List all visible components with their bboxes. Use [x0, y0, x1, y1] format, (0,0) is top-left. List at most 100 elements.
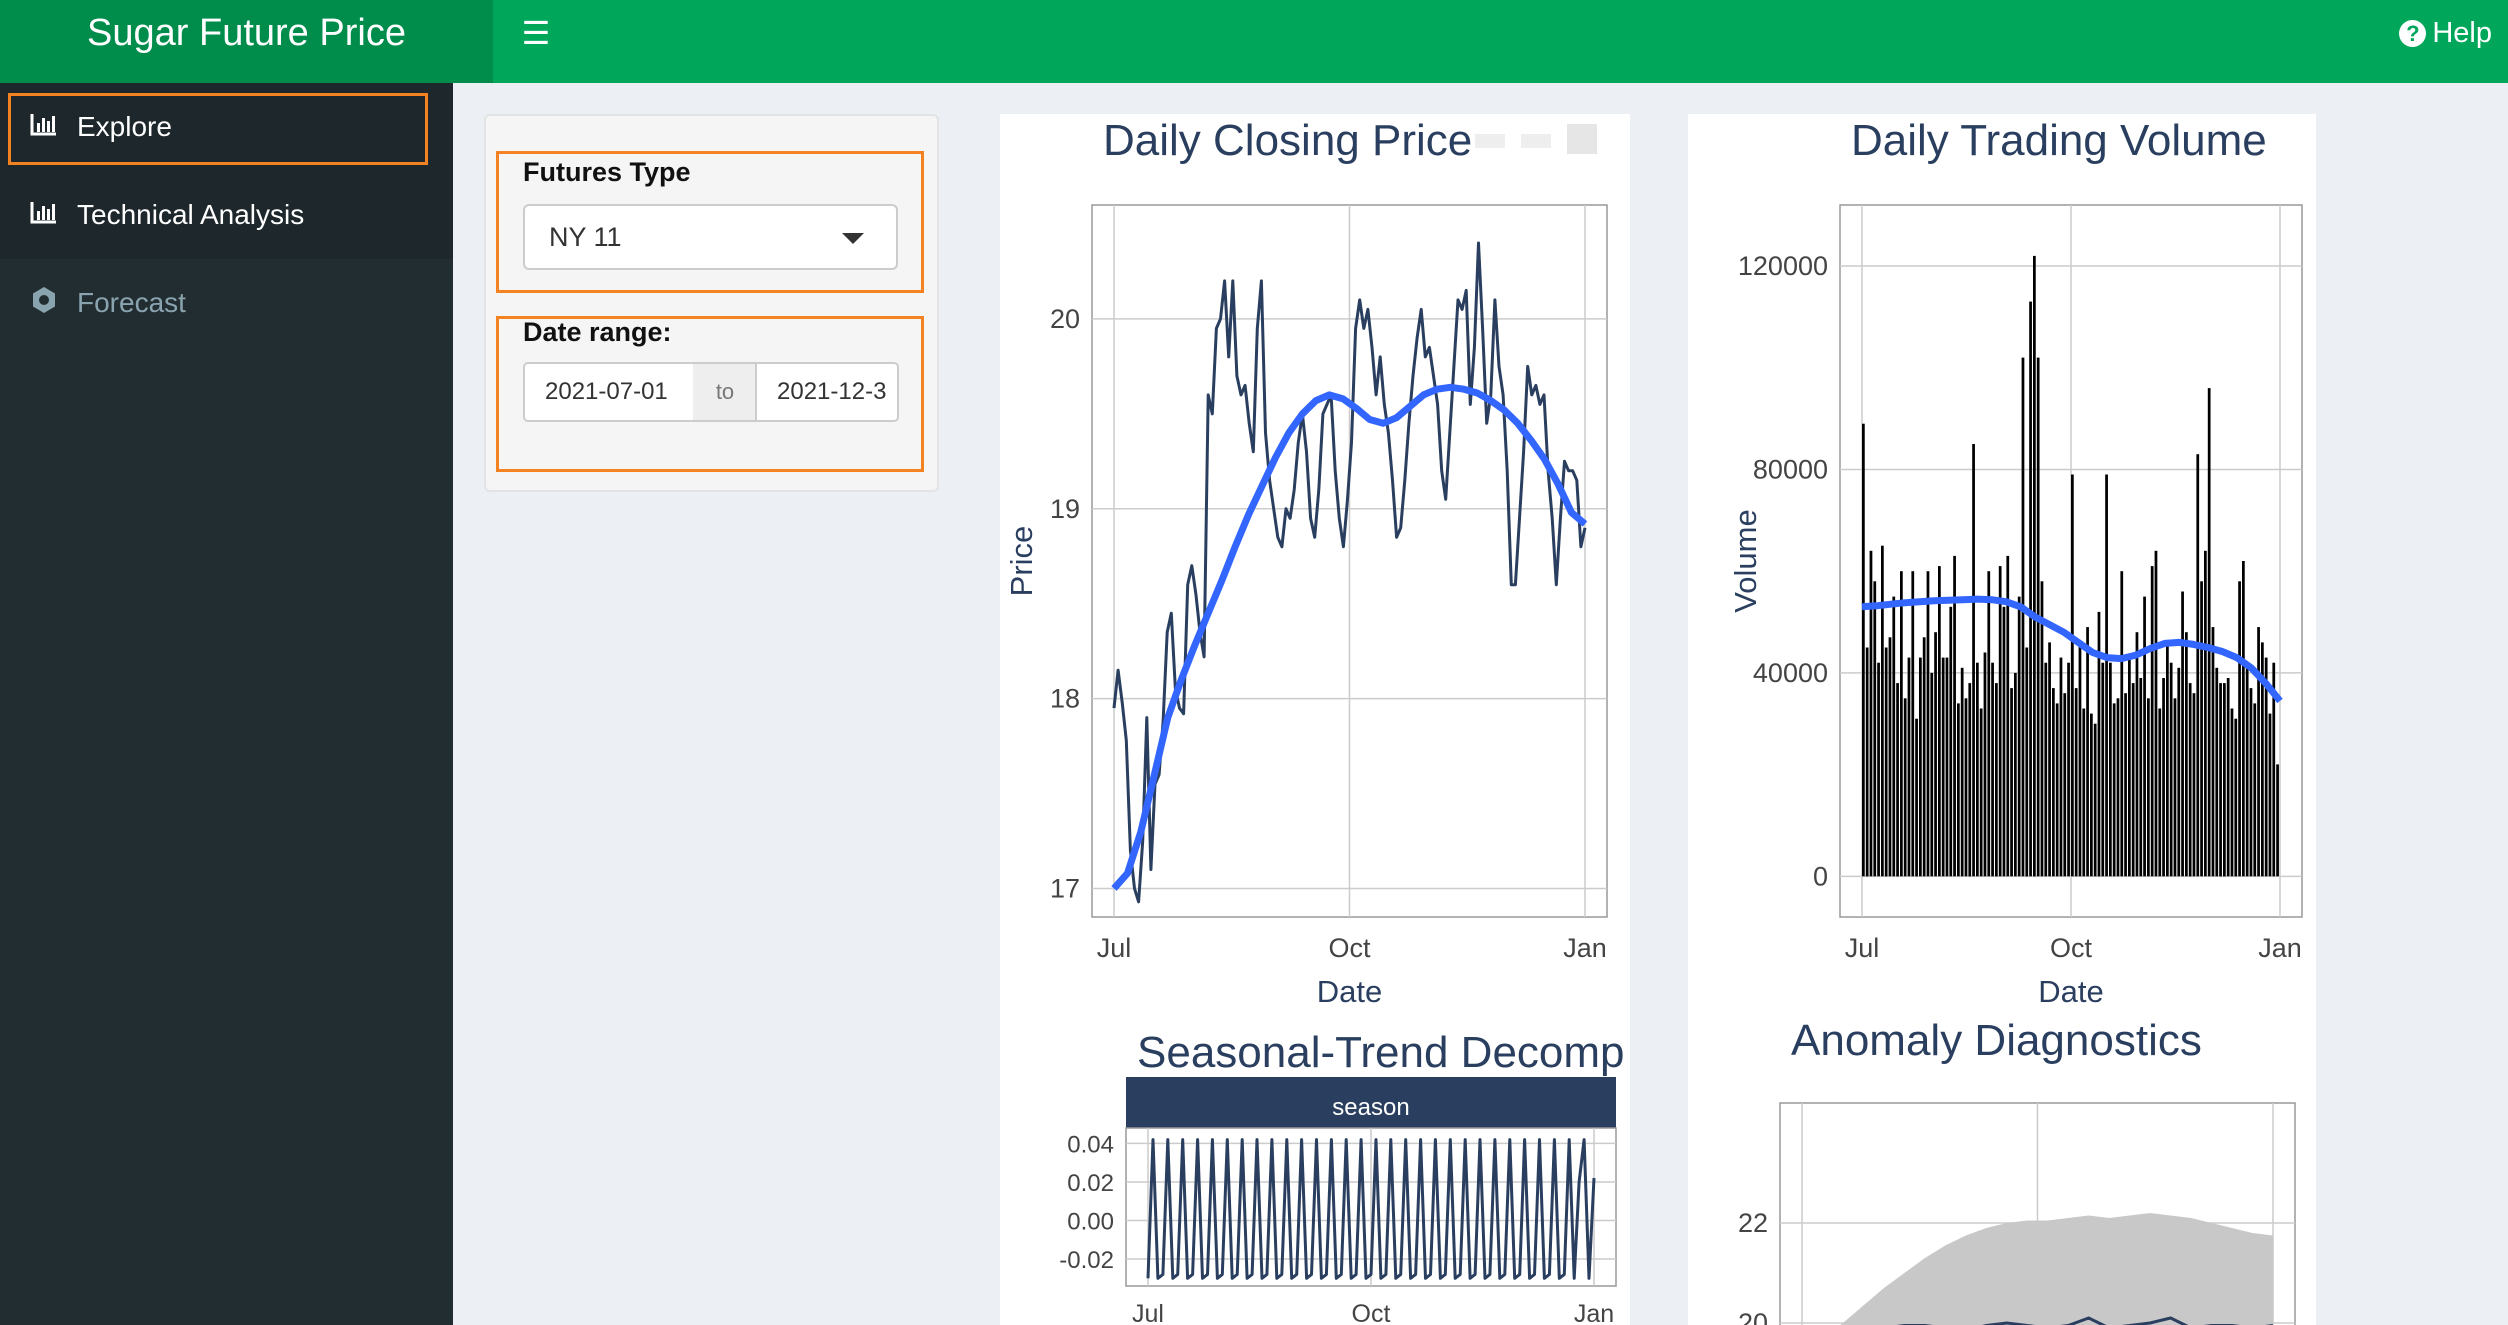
volume-bar — [2268, 713, 2272, 877]
volume-bar — [2086, 627, 2089, 877]
sidebar-item-explore[interactable]: Explore — [0, 83, 453, 171]
volume-bar — [2093, 723, 2097, 877]
volume-bar — [2192, 693, 2196, 877]
date-end-input[interactable]: 2021-12-3 — [755, 362, 899, 422]
pan-icon[interactable] — [1475, 134, 1505, 148]
volume-bar — [1869, 550, 1873, 877]
price-chart-title: Daily Closing Price — [1103, 116, 1473, 165]
x-tick-label: Jan — [2258, 933, 2302, 963]
volume-bar — [1888, 637, 1892, 877]
help-label: Help — [2432, 17, 2492, 49]
sidebar: Explore Technical Analysis Forecast — [0, 83, 453, 1325]
volume-chart[interactable]: 0 40000 80000 120000 Jul Oct Jan Date Volume — [1700, 180, 2320, 1020]
y-tick-label: 120000 — [1738, 251, 1828, 281]
futures-type-select[interactable]: NY 11 — [523, 204, 898, 270]
zoom-icon[interactable] — [1521, 134, 1551, 148]
volume-bar — [1896, 683, 1899, 877]
volume-bar — [2010, 688, 2013, 877]
volume-bar — [1995, 683, 1998, 877]
volume-bar — [2048, 642, 2051, 877]
gear-icon — [27, 286, 61, 321]
y-tick-label: -0.02 — [1059, 1247, 1114, 1274]
volume-bar — [2040, 581, 2044, 877]
sidebar-toggle-button[interactable]: ☰ — [493, 0, 579, 66]
volume-bar — [2230, 708, 2234, 877]
x-tick-label: Jul — [1097, 933, 1132, 963]
volume-bar — [2147, 698, 2150, 877]
volume-bar — [1873, 581, 1877, 877]
volume-bar — [2204, 550, 2207, 877]
y-tick-label: 0.02 — [1067, 1170, 1114, 1197]
volume-chart-title: Daily Trading Volume — [1851, 116, 2267, 165]
volume-bar — [1976, 662, 1979, 877]
y-tick-label: 80000 — [1753, 454, 1828, 484]
volume-bar — [1979, 708, 1983, 877]
volume-bar — [1964, 698, 1968, 877]
volume-bar — [2055, 703, 2059, 877]
facet-label: season — [1332, 1094, 1409, 1121]
volume-bar — [2177, 667, 2181, 877]
volume-bar — [1945, 657, 1949, 877]
modebar — [1475, 124, 1597, 154]
highlight-box — [8, 93, 428, 165]
sidebar-item-label: Forecast — [77, 287, 186, 318]
y-axis-label: Price — [1004, 526, 1039, 597]
decomp-chart[interactable]: season 0.04 0.02 0.00 -0.02 Jul Oct Jan — [1000, 1070, 1630, 1325]
volume-bar — [2105, 474, 2108, 877]
sidebar-item-forecast[interactable]: Forecast — [0, 259, 453, 347]
anomaly-chart-title: Anomaly Diagnostics — [1791, 1016, 2202, 1065]
help-button[interactable]: ? Help — [2399, 0, 2492, 66]
hamburger-icon: ☰ — [521, 15, 551, 51]
date-start-input[interactable]: 2021-07-01 — [523, 362, 695, 422]
y-tick-label: 22 — [1738, 1208, 1768, 1238]
volume-bar — [2033, 255, 2036, 877]
volume-bar — [2226, 678, 2230, 877]
volume-bar — [2017, 596, 2021, 877]
y-tick-label: 18 — [1050, 684, 1080, 714]
volume-bar — [2173, 698, 2177, 877]
volume-bar — [2029, 301, 2032, 877]
y-tick-label: 0.04 — [1067, 1131, 1114, 1158]
plotly-logo-icon[interactable] — [1567, 124, 1597, 154]
volume-bar — [1865, 647, 1869, 877]
sidebar-item-label: Technical Analysis — [77, 199, 305, 230]
x-tick-label: Jul — [1132, 1300, 1164, 1325]
volume-bar — [1911, 571, 1915, 877]
x-tick-label: Jan — [1574, 1300, 1614, 1325]
volume-bar — [1960, 667, 1964, 877]
x-axis-label: Date — [1317, 974, 1382, 1009]
volume-bar — [2128, 657, 2131, 877]
volume-bar — [2044, 662, 2048, 877]
volume-bar — [1892, 596, 1896, 877]
y-tick-label: 17 — [1050, 874, 1080, 904]
volume-bar — [2116, 698, 2120, 877]
volume-bar — [2059, 657, 2063, 877]
price-chart[interactable]: 17 18 19 20 Jul Oct Jan Date Price — [990, 180, 1640, 1020]
volume-bar — [2124, 693, 2127, 877]
y-tick-label: 19 — [1050, 494, 1080, 524]
volume-bar — [2109, 662, 2112, 877]
volume-bar — [2150, 566, 2154, 877]
y-tick-label: 20 — [1050, 304, 1080, 334]
volume-bar — [2021, 357, 2025, 877]
volume-bar — [2120, 571, 2124, 877]
sidebar-item-technical-analysis[interactable]: Technical Analysis — [0, 171, 453, 259]
volume-bar — [2002, 606, 2006, 877]
volume-bar — [2112, 703, 2116, 877]
volume-bar — [1972, 444, 1975, 877]
volume-bar — [2207, 388, 2211, 877]
volume-bar — [2166, 642, 2169, 877]
volume-bar — [1884, 647, 1888, 877]
volume-bar — [2143, 596, 2146, 877]
volume-bar — [1953, 555, 1956, 877]
question-circle-icon: ? — [2399, 19, 2427, 47]
volume-bar — [2253, 703, 2257, 877]
volume-bar — [2162, 678, 2165, 877]
volume-bar — [1862, 423, 1865, 877]
bar-chart-icon — [27, 200, 61, 231]
volume-bar — [2082, 708, 2086, 877]
volume-bar — [2158, 708, 2162, 877]
volume-bar — [1922, 637, 1926, 877]
anomaly-chart[interactable]: 22 20 — [1688, 1070, 2316, 1325]
date-range-label: Date range: — [523, 317, 672, 347]
